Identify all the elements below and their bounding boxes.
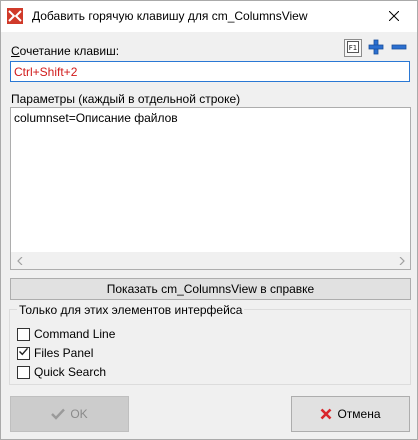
help-button[interactable]: F1 <box>344 39 362 57</box>
checkbox-label: Quick Search <box>34 365 107 379</box>
scroll-right-button[interactable] <box>393 252 410 269</box>
hotkey-label: Сочетание клавиш: <box>11 44 119 58</box>
close-icon <box>388 10 400 24</box>
checkbox-box[interactable] <box>17 327 30 341</box>
checkbox-command-line[interactable]: Command Line <box>17 326 115 342</box>
ok-button[interactable]: OK <box>10 396 129 432</box>
params-label: Параметры (каждый в отдельной строке) <box>11 92 241 106</box>
params-textarea[interactable]: columnset=Описание файлов <box>10 107 411 270</box>
cancel-button-label: Отмена <box>337 407 381 421</box>
check-icon <box>18 346 29 360</box>
cancel-button[interactable]: Отмена <box>291 396 410 432</box>
title-bar[interactable]: Добавить горячую клавишу для cm_ColumnsV… <box>1 1 417 32</box>
checkmark-icon <box>51 408 66 420</box>
scroll-left-button[interactable] <box>11 252 28 269</box>
chevron-left-icon <box>16 254 23 268</box>
svg-text:F1: F1 <box>349 44 357 52</box>
hotkey-input[interactable] <box>10 61 410 82</box>
hotkey-label-text: очетание клавиш: <box>19 44 120 58</box>
show-help-button[interactable]: Показать cm_ColumnsView в справке <box>10 278 411 300</box>
minus-icon <box>391 39 407 58</box>
checkbox-quick-search[interactable]: Quick Search <box>17 364 106 380</box>
close-button[interactable] <box>371 1 417 32</box>
window-title: Добавить горячую клавишу для cm_ColumnsV… <box>32 9 308 23</box>
double-commander-icon <box>7 8 23 24</box>
params-text: columnset=Описание файлов <box>14 111 178 125</box>
help-f1-icon: F1 <box>346 40 360 57</box>
ok-button-label: OK <box>70 407 88 421</box>
remove-hotkey-button[interactable] <box>390 39 408 57</box>
checkbox-files-panel[interactable]: Files Panel <box>17 345 93 361</box>
dialog-window: Добавить горячую клавишу для cm_ColumnsV… <box>0 0 418 440</box>
scope-group-title: Только для этих элементов интерфейса <box>17 303 245 317</box>
chevron-right-icon <box>399 254 405 268</box>
hotkey-label-accelerator: С <box>11 44 20 58</box>
red-x-icon <box>320 408 332 420</box>
checkbox-label: Files Panel <box>34 346 94 360</box>
add-hotkey-button[interactable] <box>367 39 385 57</box>
plus-icon <box>368 39 384 58</box>
horizontal-scrollbar[interactable] <box>11 252 410 269</box>
checkbox-label: Command Line <box>34 327 116 341</box>
checkbox-box[interactable] <box>17 365 30 379</box>
checkbox-box[interactable] <box>17 346 30 360</box>
